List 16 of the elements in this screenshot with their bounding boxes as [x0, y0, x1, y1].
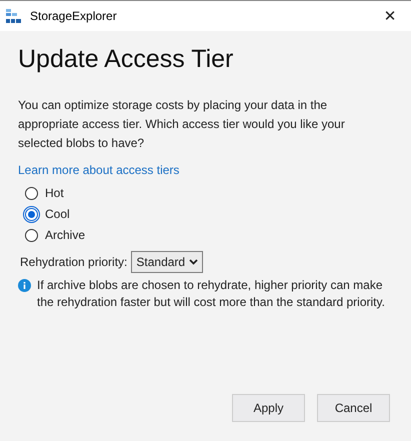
caret-icon	[189, 259, 198, 265]
dialog-button[interactable]: Cancel	[317, 394, 390, 422]
dialog-button[interactable]: Apply	[232, 394, 305, 422]
info-icon	[18, 279, 31, 292]
tier-radio[interactable]: Cool	[25, 206, 70, 222]
rehydration-label: Rehydration priority:	[20, 255, 128, 269]
close-button[interactable]: ✕	[375, 1, 405, 31]
app-icon	[6, 8, 22, 24]
tier-radio[interactable]: Archive	[25, 227, 86, 243]
description-text: You can optimize storage costs by placing your data in the appropriate access tier. Which access tier would you like your selected blobs to have?	[18, 97, 346, 152]
tier-radio[interactable]: Hot	[25, 185, 64, 201]
window-title: StorageExplorer	[30, 9, 118, 23]
learn-more-link[interactable]: Learn more about access tiers	[18, 163, 180, 177]
info-text: If archive blobs are chosen to rehydrate, higher priority can make the rehydration faster but will cost more than the standard priority.	[37, 277, 386, 311]
priority-dropdown[interactable]: Standard	[131, 251, 204, 273]
dialog-heading: Update Access Tier	[18, 45, 234, 74]
